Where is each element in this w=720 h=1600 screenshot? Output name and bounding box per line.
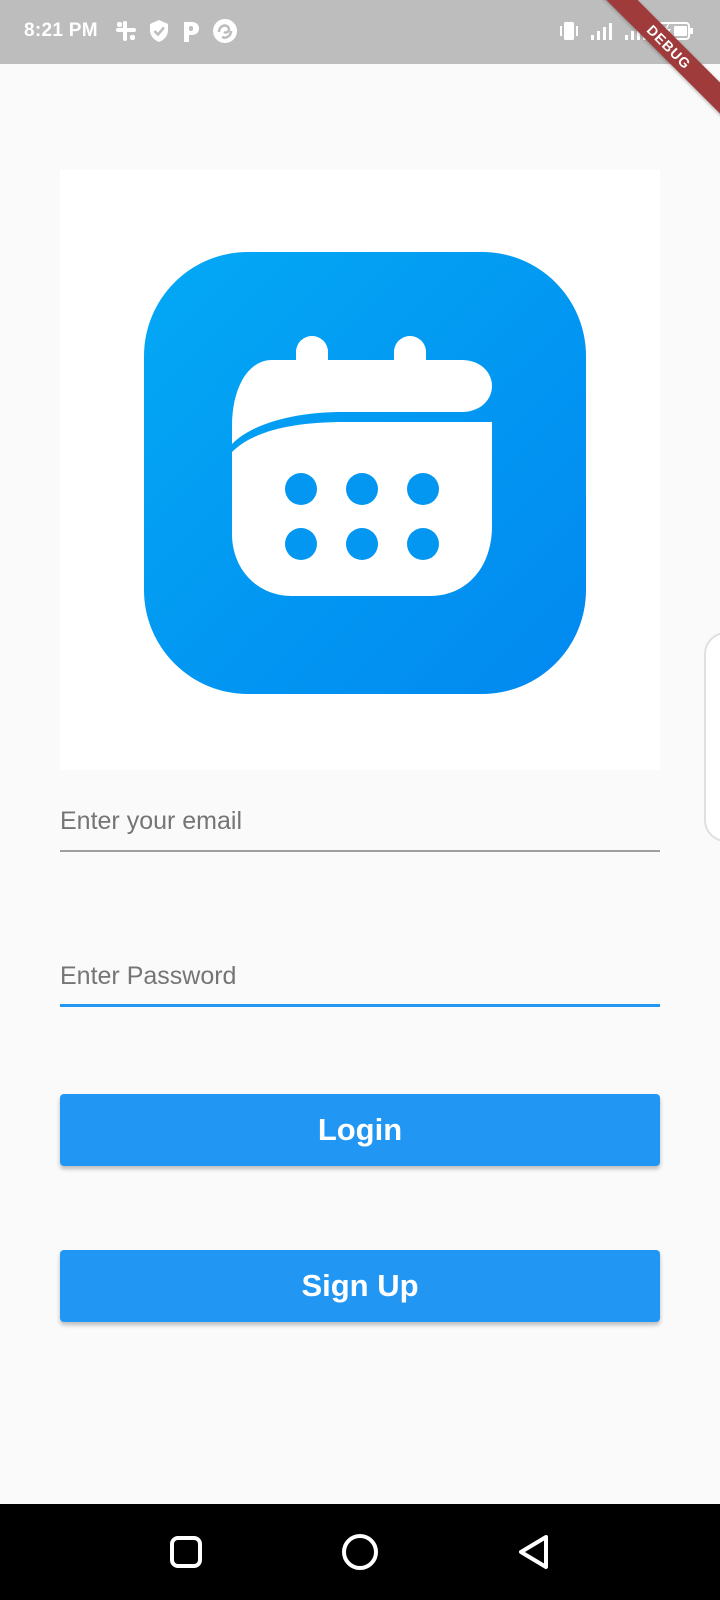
edge-panel-handle[interactable] [704, 632, 720, 842]
signal-icon [590, 21, 614, 46]
system-navigation-bar [0, 1504, 720, 1600]
calendar-icon [144, 252, 586, 694]
password-input[interactable] [60, 947, 660, 1005]
back-triangle-icon[interactable] [510, 1528, 558, 1576]
email-field[interactable] [60, 792, 660, 852]
password-field[interactable] [60, 947, 660, 1007]
home-circle-icon[interactable] [336, 1528, 384, 1576]
login-button[interactable]: Login [60, 1094, 660, 1166]
status-time: 8:21 PM [24, 20, 98, 41]
app-logo-panel [60, 170, 660, 770]
recents-square-icon[interactable] [162, 1528, 210, 1576]
signup-button[interactable]: Sign Up [60, 1250, 660, 1322]
shield-check-icon [148, 19, 170, 43]
login-screen: 8:21 PM DEBUG Enter your email Login Sig… [0, 0, 720, 1600]
swirl-app-icon [212, 18, 238, 44]
email-input[interactable] [60, 792, 660, 850]
vibrate-icon [558, 20, 580, 47]
notification-icons [114, 18, 238, 44]
password-underline [60, 1004, 660, 1007]
parking-p-icon [180, 19, 202, 43]
email-underline [60, 850, 660, 852]
slack-icon [114, 19, 138, 43]
status-bar: 8:21 PM [0, 0, 720, 64]
